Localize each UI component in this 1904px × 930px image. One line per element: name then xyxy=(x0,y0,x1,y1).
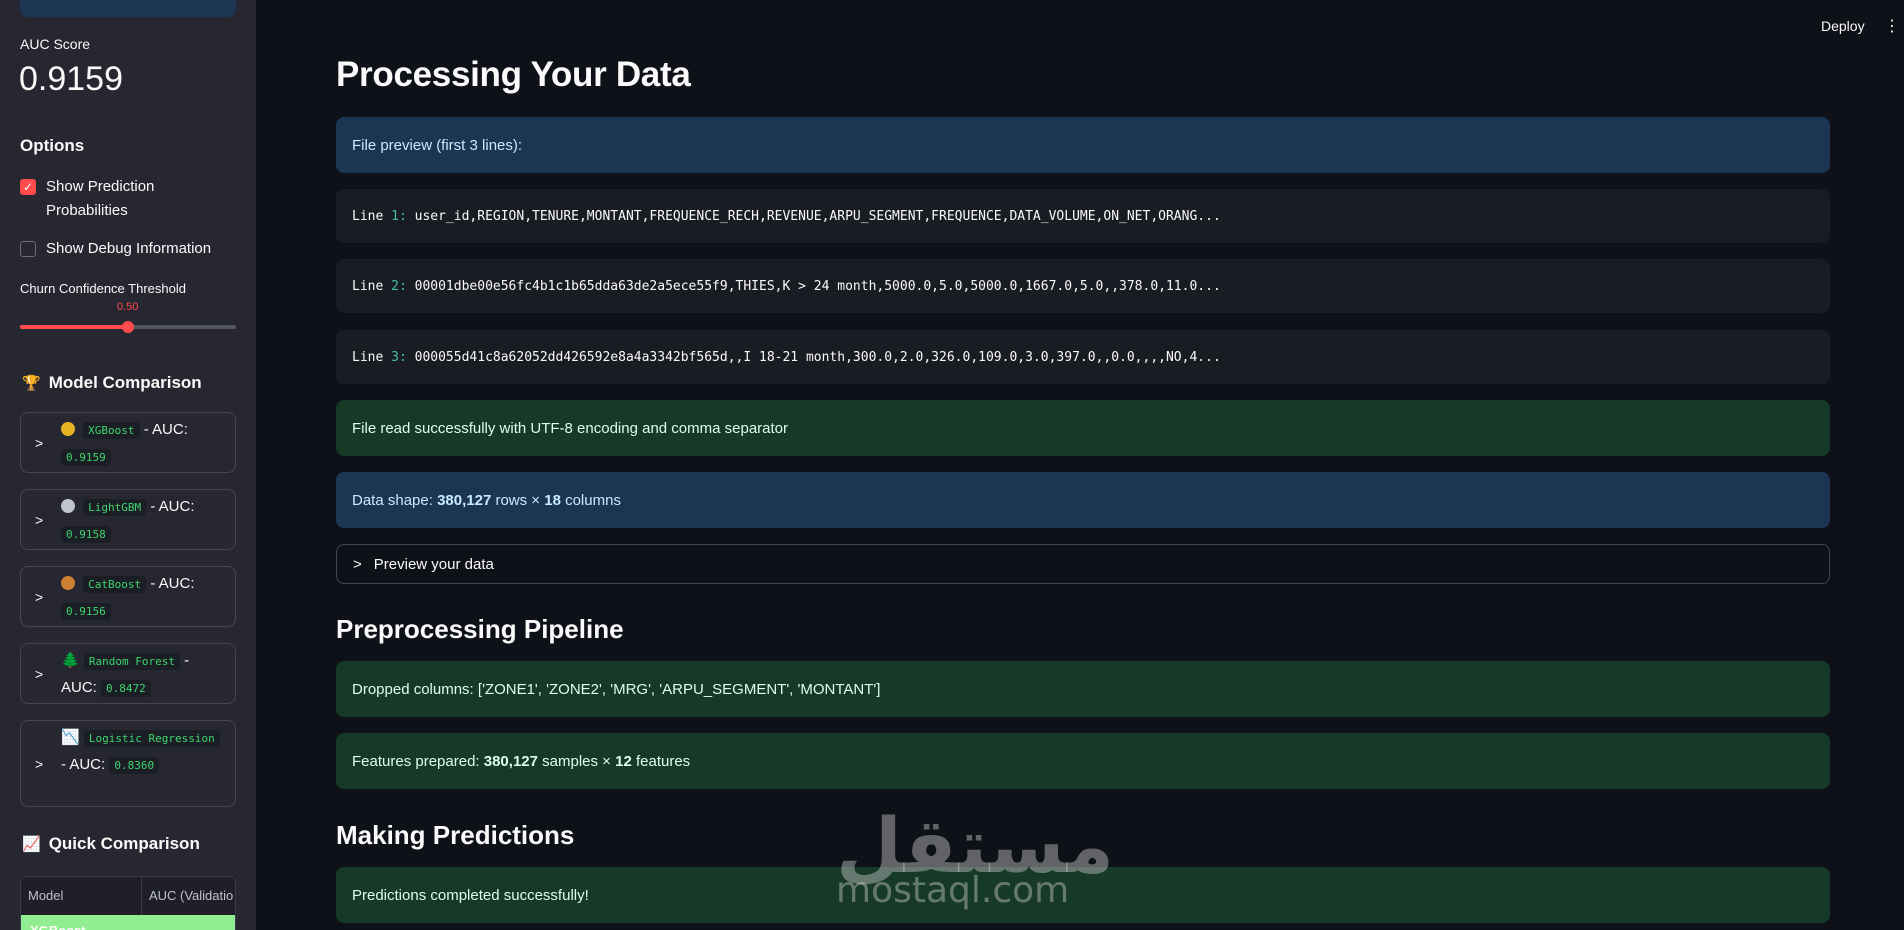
preview-data-expander[interactable]: > Preview your data xyxy=(336,544,1830,584)
dropped-columns-alert: Dropped columns: ['ZONE1', 'ZONE2', 'MRG… xyxy=(336,661,1830,717)
code-line-2: Line 2: 00001dbe00e56fc4b1c1b65dda63de2a… xyxy=(336,259,1830,313)
options-title: Options xyxy=(20,136,85,155)
tree-icon: 🌲 xyxy=(61,652,80,669)
threshold-slider-handle[interactable] xyxy=(122,321,134,333)
chevron-right-icon[interactable]: > xyxy=(35,584,43,610)
column-header-model[interactable]: Model xyxy=(21,877,142,915)
features-prepared-alert: Features prepared: 380,127 samples × 12 … xyxy=(336,733,1830,789)
model-auc: 0.8472 xyxy=(101,680,151,697)
sidebar: AUC Score 0.9159 Options ✓ Show Predicti… xyxy=(0,0,256,930)
code-line-3: Line 3: 000055d41c8a62052dd426592e8a4a33… xyxy=(336,330,1830,384)
deploy-button[interactable]: Deploy xyxy=(1821,18,1865,34)
threshold-slider-fill xyxy=(20,325,128,329)
watermark-latin: mostaql.com xyxy=(836,870,1070,911)
checkbox-unchecked-icon[interactable] xyxy=(20,241,36,257)
model-auc: 0.9159 xyxy=(61,449,111,466)
quick-comparison-title: 📈 Quick Comparison xyxy=(22,834,200,853)
gold-medal-icon xyxy=(61,422,75,436)
model-comparison-title: 🏆 Model Comparison xyxy=(22,373,202,392)
chart-down-icon: 📉 xyxy=(61,729,80,746)
auc-score-label: AUC Score xyxy=(20,36,91,52)
chevron-right-icon[interactable]: > xyxy=(35,661,43,687)
predictions-title: Making Predictions xyxy=(336,820,575,850)
model-card-lightgbm[interactable]: > LightGBM - AUC: 0.9158 xyxy=(20,489,236,550)
auc-score-value: 0.9159 xyxy=(19,60,123,98)
model-auc: 0.9156 xyxy=(61,603,111,620)
chevron-right-icon[interactable]: > xyxy=(35,751,43,777)
show-probabilities-label: Show Prediction Probabilities xyxy=(46,178,155,219)
chevron-right-icon[interactable]: > xyxy=(35,507,43,533)
trophy-icon: 🏆 xyxy=(22,375,41,392)
data-shape-alert: Data shape: 380,127 rows × 18 columns xyxy=(336,472,1830,528)
model-name: CatBoost xyxy=(83,576,147,593)
model-card-catboost[interactable]: > CatBoost - AUC: 0.9156 xyxy=(20,566,236,627)
column-header-auc[interactable]: AUC (Validatio xyxy=(142,877,235,915)
preview-data-label: Preview your data xyxy=(373,555,494,573)
show-debug-label: Show Debug Information xyxy=(46,240,212,257)
model-card-xgboost[interactable]: > XGBoost - AUC: 0.9159 xyxy=(20,412,236,473)
read-success-alert: File read successfully with UTF-8 encodi… xyxy=(336,400,1830,456)
page-title: Processing Your Data xyxy=(336,55,691,94)
silver-medal-icon xyxy=(61,499,75,513)
table-row: XGBoost xyxy=(21,915,235,930)
show-debug-checkbox[interactable]: Show Debug Information xyxy=(20,237,236,261)
bronze-medal-icon xyxy=(61,576,75,590)
chevron-right-icon[interactable]: > xyxy=(353,556,362,573)
model-auc: 0.8360 xyxy=(109,757,160,774)
model-name: Random Forest xyxy=(83,653,180,670)
model-name: LightGBM xyxy=(83,499,147,516)
checkbox-checked-icon[interactable]: ✓ xyxy=(20,179,36,195)
model-card-logistic-regression[interactable]: > 📉 Logistic Regression - AUC: 0.8360 xyxy=(20,720,236,807)
file-preview-info: File preview (first 3 lines): xyxy=(336,117,1830,173)
quick-comparison-table: Model AUC (Validatio XGBoost xyxy=(20,876,236,930)
model-name: XGBoost xyxy=(83,422,140,439)
code-line-1: Line 1: user_id,REGION,TENURE,MONTANT,FR… xyxy=(336,189,1830,243)
model-auc: 0.9158 xyxy=(61,526,111,543)
chart-up-icon: 📈 xyxy=(22,836,41,853)
preprocessing-title: Preprocessing Pipeline xyxy=(336,614,624,644)
model-name: Logistic Regression xyxy=(83,730,220,747)
chevron-right-icon[interactable]: > xyxy=(35,430,43,456)
threshold-slider-value: 0.50 xyxy=(117,301,139,313)
table-header: Model AUC (Validatio xyxy=(21,877,235,915)
sidebar-top-box xyxy=(20,0,236,17)
model-card-random-forest[interactable]: > 🌲 Random Forest - AUC: 0.8472 xyxy=(20,643,236,704)
kebab-menu-icon[interactable]: ⋮ xyxy=(1884,16,1900,36)
threshold-slider-label: Churn Confidence Threshold xyxy=(20,281,186,296)
show-probabilities-checkbox[interactable]: ✓ Show Prediction Probabilities xyxy=(20,175,236,223)
